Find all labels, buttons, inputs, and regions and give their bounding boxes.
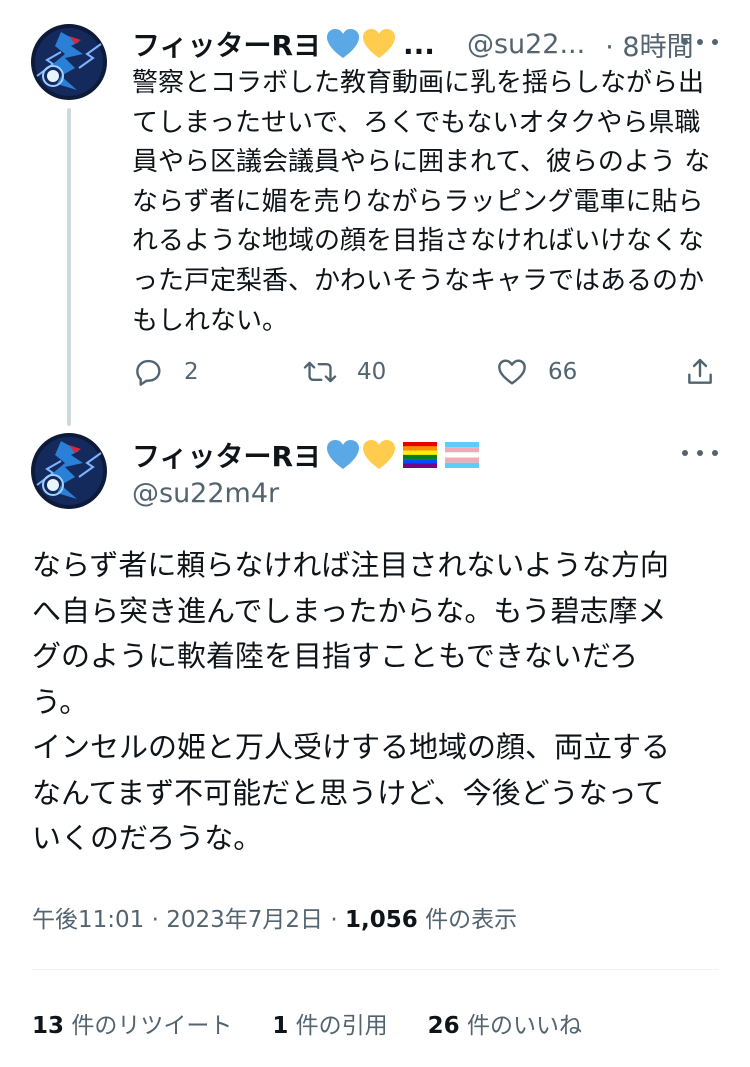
engagement-stats: 13 件のリツイート 1 件の引用 26 件のいいね: [32, 1006, 582, 1040]
main-tweet-text: ならず者に頼らなければ注目されないような方向 へ自ら突き進んでしまったからな。も…: [32, 548, 671, 855]
blue-heart-icon: [327, 440, 360, 469]
yellow-heart-icon: [363, 29, 396, 58]
retweets-label: 件のリツイート: [71, 1013, 233, 1039]
reply-button[interactable]: 2: [132, 356, 199, 388]
likes-label: 件のいいね: [466, 1013, 582, 1039]
quotes-stat[interactable]: 1 件の引用: [272, 1006, 387, 1040]
like-count: 66: [548, 359, 578, 385]
reply-display-name[interactable]: フィッターRヨ: [132, 24, 321, 64]
heart-icon: [498, 359, 526, 385]
rainbow-flag-icon: [403, 442, 438, 468]
like-button[interactable]: 66: [496, 356, 577, 388]
quotes-label: 件の引用: [295, 1013, 388, 1039]
reply-count: 2: [184, 359, 199, 385]
reply-avatar[interactable]: [31, 24, 107, 100]
likes-stat[interactable]: 26 件のいいね: [428, 1006, 582, 1040]
tweet-time[interactable]: 午後11:01: [32, 907, 144, 933]
tweet-date[interactable]: 2023年7月2日: [166, 907, 323, 933]
reply-header: フィッターRヨ ... @su22... · 8時間: [132, 24, 694, 64]
tweet-meta: 午後11:01 · 2023年7月2日 · 1,056 件の表示: [32, 900, 517, 934]
retweet-icon: [303, 361, 337, 383]
retweets-number: 13: [32, 1013, 65, 1039]
share-button[interactable]: [684, 356, 716, 388]
meta-separator: ·: [330, 907, 338, 933]
main-handle[interactable]: @su22m4r: [132, 478, 279, 509]
reply-time[interactable]: · 8時間: [605, 25, 693, 64]
divider: [32, 969, 718, 970]
thread-connector-line: [67, 108, 71, 426]
reply-more-icon[interactable]: [682, 32, 718, 52]
main-handle-row: @su22m4r: [132, 476, 279, 510]
retweets-stat[interactable]: 13 件のリツイート: [32, 1006, 232, 1040]
reply-handle[interactable]: @su22...: [467, 29, 585, 60]
main-more-icon[interactable]: [682, 443, 718, 463]
yellow-heart-icon: [363, 440, 396, 469]
meta-separator: ·: [151, 907, 159, 933]
blue-heart-icon: [327, 29, 360, 58]
main-display-name[interactable]: フィッターRヨ: [132, 435, 321, 475]
main-avatar[interactable]: [31, 433, 107, 509]
quotes-number: 1: [272, 1013, 289, 1039]
share-icon: [688, 358, 712, 384]
reply-icon: [136, 359, 161, 386]
likes-number: 26: [427, 1013, 460, 1039]
retweet-button[interactable]: 40: [303, 356, 386, 388]
views-label: 件の表示: [425, 907, 518, 933]
name-truncation: ...: [403, 27, 435, 61]
transgender-flag-icon: [445, 442, 480, 468]
main-header: フィッターRヨ: [132, 435, 480, 475]
views-number: 1,056: [344, 907, 418, 933]
reply-tweet-text: 警察とコラボした教育動画に乳を揺らしながら出 てしまったせいで、ろくでもないオタ…: [132, 68, 711, 336]
retweet-count: 40: [357, 359, 387, 385]
